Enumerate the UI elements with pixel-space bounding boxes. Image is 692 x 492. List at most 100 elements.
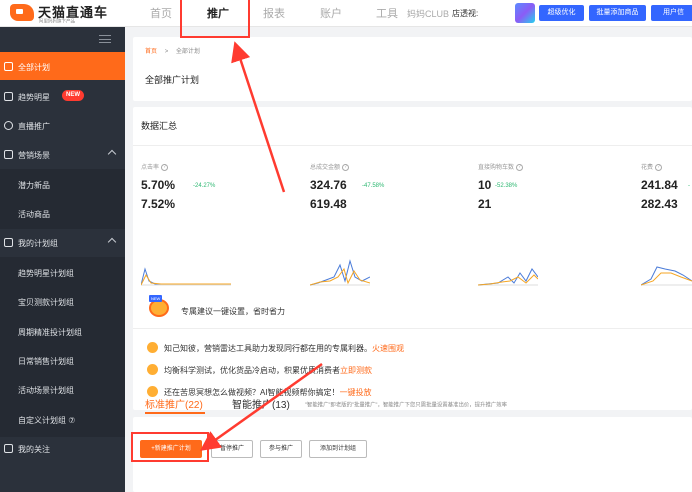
sidebar-item-live-promotion[interactable]: 直播推广 xyxy=(0,111,125,139)
menu-collapse-icon[interactable] xyxy=(99,35,111,43)
metric-prev-ctr: 7.52% xyxy=(141,197,176,211)
metric-value-cart: 10 xyxy=(478,178,492,192)
sidebar-item-test-group[interactable]: 宝贝测款计划组 xyxy=(0,287,125,315)
new-badge: NEW xyxy=(62,90,84,101)
mascot-icon: NEW xyxy=(149,295,169,317)
plan-icon xyxy=(4,62,13,71)
page-title: 全部推广计划 xyxy=(145,75,200,85)
sidebar-item-custom-group[interactable]: 自定义计划组 ⑦ xyxy=(0,405,125,433)
plan-group-icon xyxy=(4,238,13,247)
sidebar-item-trend-star[interactable]: 趋势明星 NEW xyxy=(0,82,125,110)
shop-view-icon[interactable] xyxy=(515,3,535,23)
tip-text: 知己知彼，营销雷达工具助力发现同行都在用的专属利器。 xyxy=(164,344,372,353)
nav-highlight-box xyxy=(180,0,250,38)
super-optimize-button[interactable]: 超级优化 xyxy=(539,5,584,21)
sidebar-item-label: 自定义计划组 ⑦ xyxy=(18,416,76,425)
follow-icon xyxy=(4,444,13,453)
batch-add-products-button[interactable]: 批量添加商品 xyxy=(589,5,646,21)
tmall-logo[interactable]: 天猫直通车 阿里妈妈旗下产品 xyxy=(4,0,124,27)
sidebar-item-label: 我的关注 xyxy=(18,445,50,454)
sparkline-cart xyxy=(478,268,538,286)
breadcrumb-separator: > xyxy=(164,49,169,55)
tip-link[interactable]: 一键投放 xyxy=(340,388,372,397)
nav-reports[interactable]: 报表 xyxy=(263,5,285,21)
tip-text: 均衡科学测试，优化货品冷启动，积累优质消费者 xyxy=(164,366,340,375)
sidebar-item-my-plan-groups[interactable]: 我的计划组 xyxy=(0,228,125,256)
tab-standard-promotion[interactable]: 标准推广(22) xyxy=(145,396,203,411)
metric-change-cart: -52.38% xyxy=(495,183,518,189)
help-icon[interactable]: ? xyxy=(342,163,350,171)
help-icon[interactable]: ? xyxy=(655,163,663,171)
tip-link[interactable]: 火速围观 xyxy=(372,344,404,353)
metric-prev-cart: 21 xyxy=(478,197,492,211)
chevron-up-icon xyxy=(107,237,117,247)
top-bar: 天猫直通车 阿里妈妈旗下产品 首页 推广 报表 账户 工具 妈妈CLUB 店透视… xyxy=(0,0,692,27)
tmall-cat-icon xyxy=(10,4,34,21)
metric-label-gmv: 总成交金额? xyxy=(310,162,350,171)
page-header-card: 首页 > 全部计划 全部推广计划 xyxy=(133,37,692,101)
brand-subtitle: 阿里妈妈旗下产品 xyxy=(39,18,76,25)
nav-home[interactable]: 首页 xyxy=(150,5,172,21)
new-badge: NEW xyxy=(149,295,163,302)
nav-account[interactable]: 账户 xyxy=(320,5,342,21)
breadcrumb-home[interactable]: 首页 xyxy=(145,49,157,55)
sidebar-item-label: 周期精准投计划组 xyxy=(18,328,82,337)
sidebar: 全部计划 趋势明星 NEW 直播推广 营销场景 潜力新品 活动商品 我的计划组 … xyxy=(0,27,125,492)
sidebar-item-label: 全部计划 xyxy=(18,63,50,72)
sidebar-item-label: 活动商品 xyxy=(18,210,50,219)
sparkline-gmv xyxy=(310,259,370,286)
tab-smart-promotion[interactable]: 智能推广(13) xyxy=(232,396,290,411)
main-content: 首页 > 全部计划 全部推广计划 数据汇总 点击率? 5.70% -24.27%… xyxy=(125,27,692,492)
metric-prev-gmv: 619.48 xyxy=(310,197,347,211)
sidebar-item-precise-group[interactable]: 周期精准投计划组 xyxy=(0,317,125,345)
metric-change-ctr: -24.27% xyxy=(193,183,216,189)
user-info-button[interactable]: 用户信 xyxy=(651,5,692,21)
sidebar-item-daily-sales-group[interactable]: 日常销售计划组 xyxy=(0,346,125,374)
breadcrumb: 首页 > 全部计划 xyxy=(145,46,200,55)
sidebar-item-label: 日常销售计划组 xyxy=(18,357,74,366)
metric-prev-spend: 282.43 xyxy=(641,197,678,211)
button-highlight-box xyxy=(131,432,209,462)
sparkline-spend xyxy=(641,266,692,286)
metric-value-ctr: 5.70% xyxy=(141,178,176,192)
metric-label-spend: 花费? xyxy=(641,162,663,171)
sidebar-item-marketing-scenes[interactable]: 营销场景 xyxy=(0,140,125,168)
shop-view-label: 店透视: xyxy=(452,9,479,18)
sidebar-item-activity-products[interactable]: 活动商品 xyxy=(0,199,125,227)
sidebar-item-label: 趋势明星 xyxy=(18,93,50,102)
live-icon xyxy=(4,121,13,130)
tip-link[interactable]: 立即测款 xyxy=(340,366,372,375)
summary-title: 数据汇总 xyxy=(141,121,178,131)
metric-label-ctr: 点击率? xyxy=(141,162,169,171)
sidebar-item-label: 营销场景 xyxy=(18,151,50,160)
chevron-up-icon xyxy=(107,149,117,159)
nav-tools[interactable]: 工具 xyxy=(376,5,398,21)
nav-mama-club[interactable]: 妈妈CLUB xyxy=(407,7,449,20)
suggestions-card: NEW 专属建议一键设置，省时省力 知己知彼，营销雷达工具助力发现同行都在用的专… xyxy=(133,287,692,410)
smart-promotion-description: "智能推广"即老版的"批量推广"，智能推广下您只需批量设置基准出价，提升推广效率 xyxy=(305,402,508,409)
metric-change-gmv: -47.58% xyxy=(362,183,385,189)
divider xyxy=(133,328,692,329)
sidebar-item-all-plans[interactable]: 全部计划 xyxy=(0,52,125,80)
metric-value-gmv: 324.76 xyxy=(310,178,347,192)
marketing-icon xyxy=(4,150,13,159)
suggestions-header: 专属建议一键设置，省时省力 xyxy=(181,307,285,316)
pause-promotion-button[interactable]: 暂停推广 xyxy=(211,440,253,458)
help-icon[interactable]: ? xyxy=(516,163,524,171)
tab-active-indicator xyxy=(145,412,205,414)
add-to-group-button[interactable]: 添加到计划组 xyxy=(309,440,367,458)
help-icon[interactable]: ? xyxy=(161,163,169,171)
trend-star-icon xyxy=(4,92,13,101)
chat-bubble-icon xyxy=(147,342,158,353)
sidebar-item-trend-star-group[interactable]: 趋势明星计划组 xyxy=(0,258,125,286)
sidebar-item-label: 活动场景计划组 xyxy=(18,386,74,395)
sidebar-item-label: 直播推广 xyxy=(18,122,50,131)
sidebar-item-potential-new[interactable]: 潜力新品 xyxy=(0,170,125,198)
metric-label-cart: 直接购物车数? xyxy=(478,162,524,171)
join-promotion-button[interactable]: 参与推广 xyxy=(260,440,302,458)
divider xyxy=(133,145,692,146)
breadcrumb-current: 全部计划 xyxy=(175,49,200,55)
sidebar-item-activity-scene-group[interactable]: 活动场景计划组 xyxy=(0,375,125,403)
chat-bubble-icon xyxy=(147,364,158,375)
sidebar-item-my-follow[interactable]: 我的关注 xyxy=(0,434,125,462)
